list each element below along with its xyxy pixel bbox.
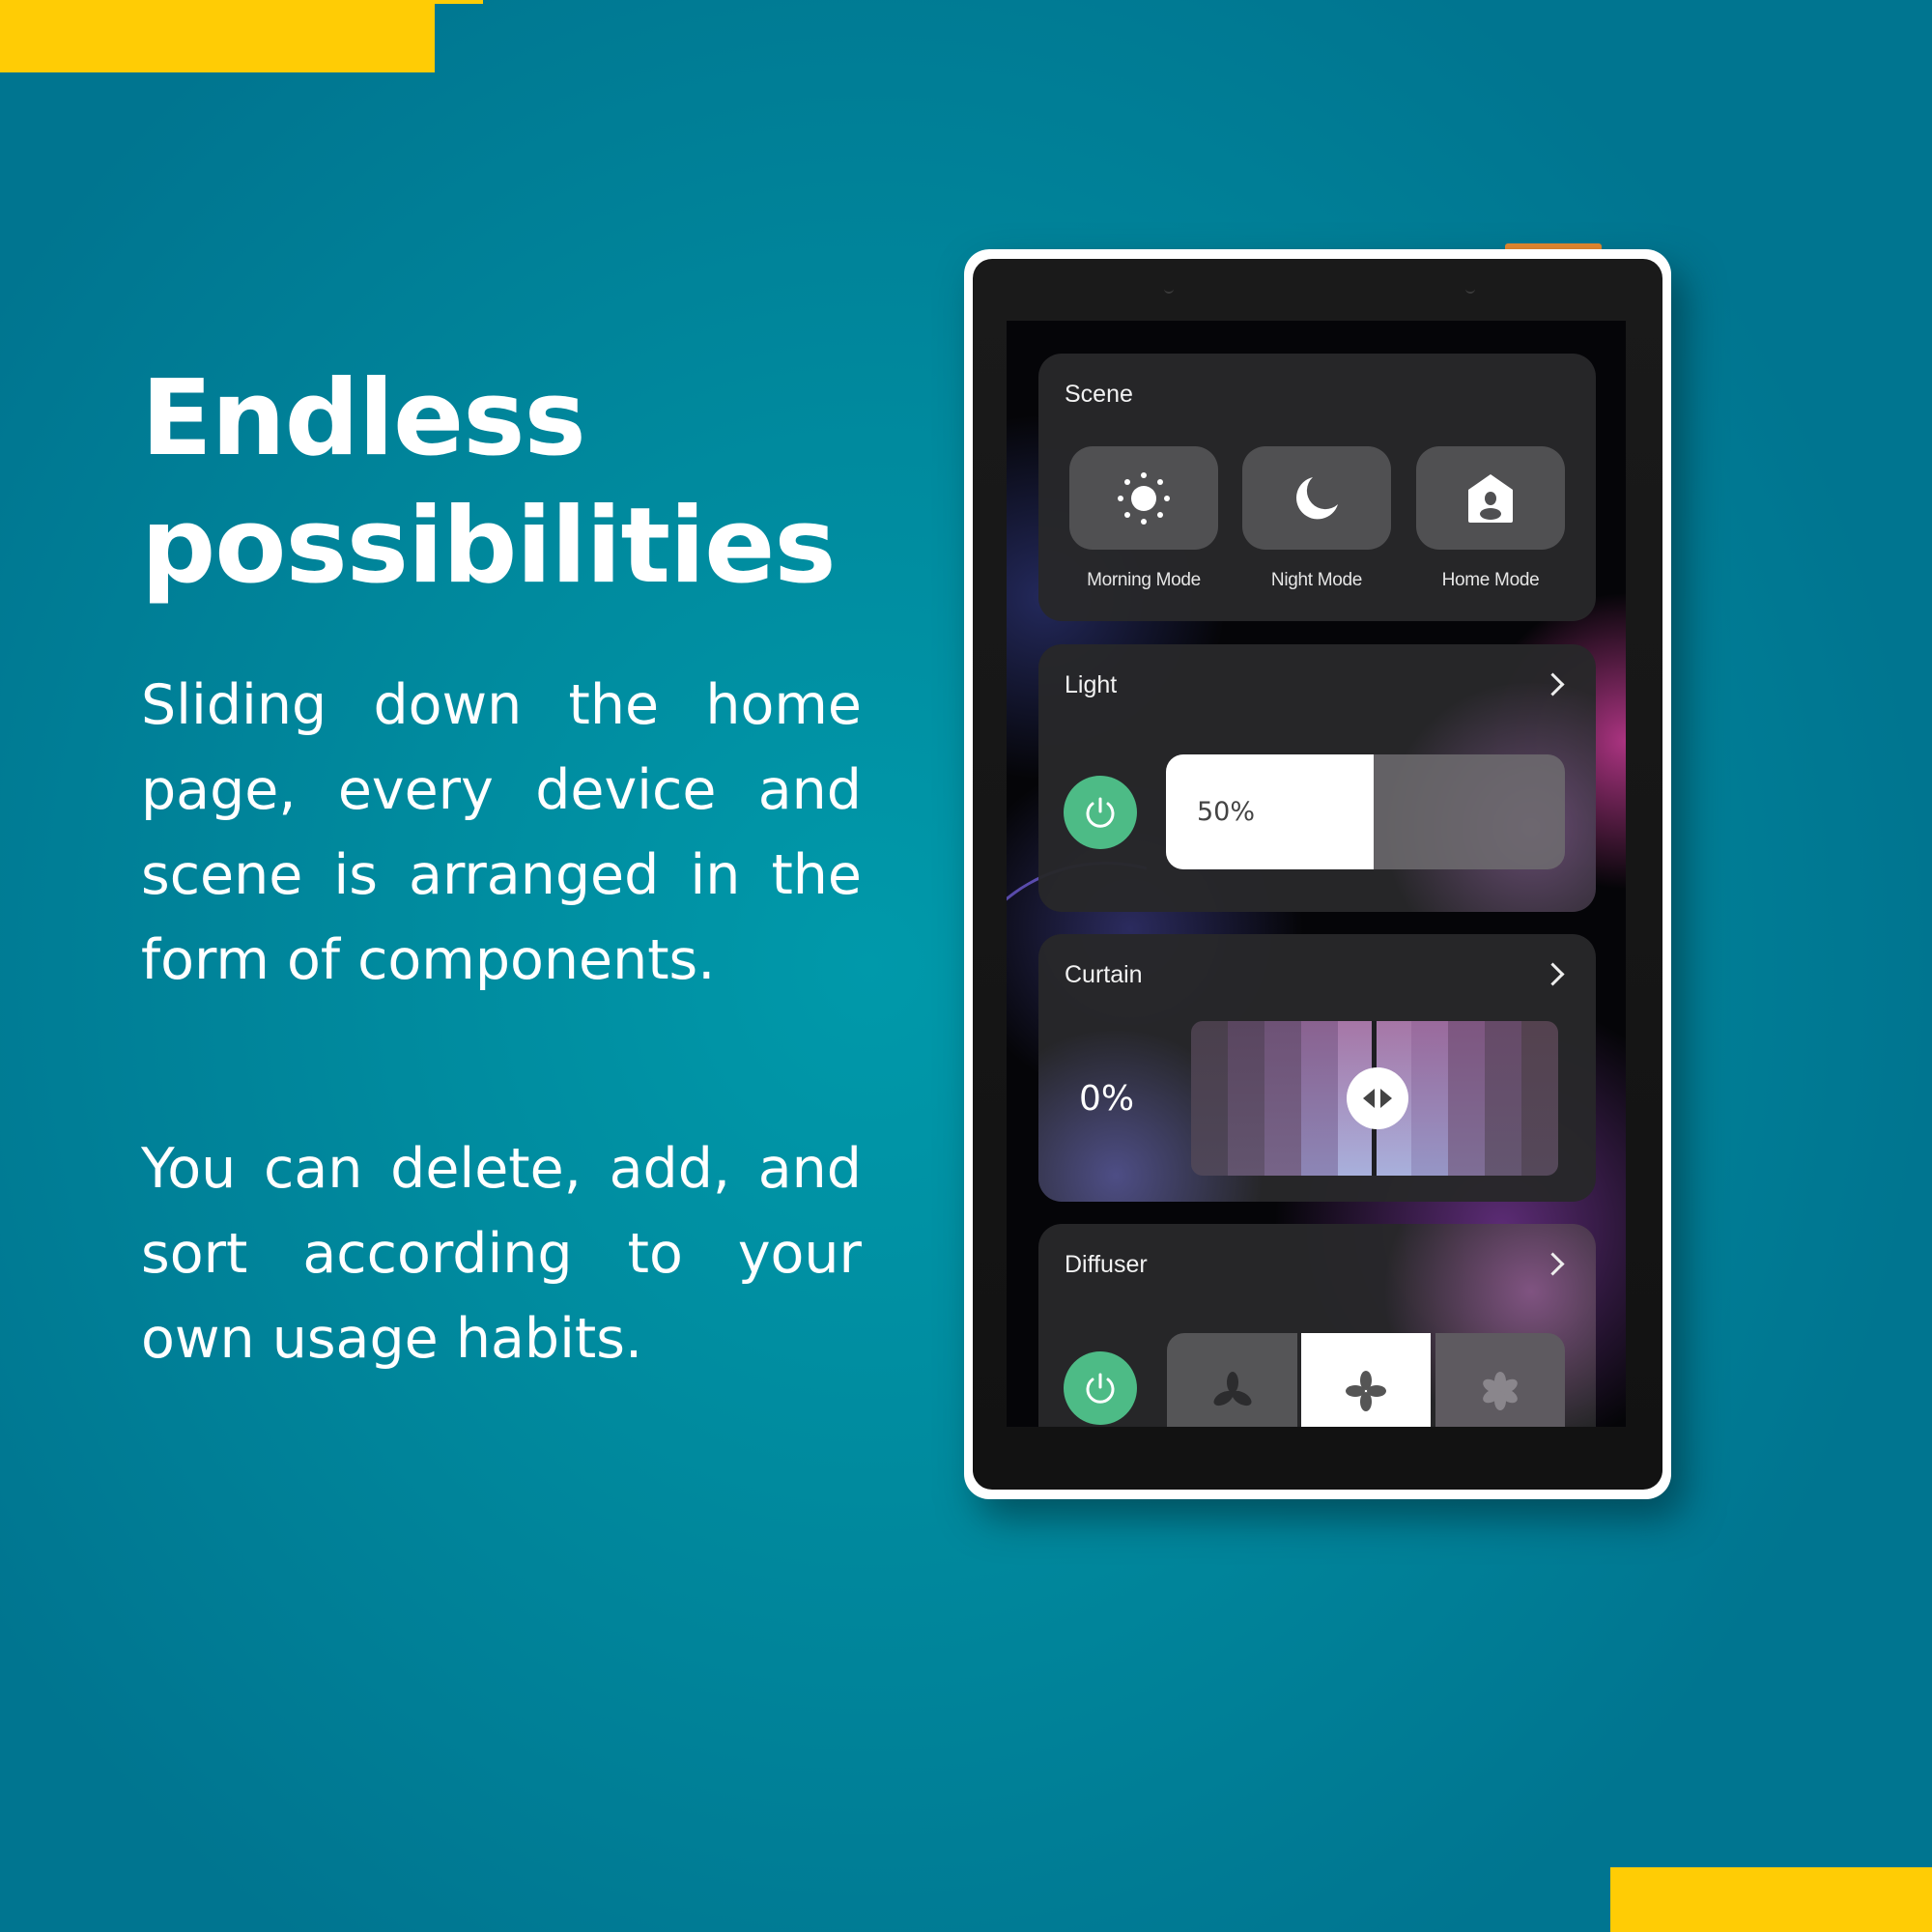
diffuser-card-title: Diffuser bbox=[1065, 1251, 1148, 1278]
fan-mode-high-button[interactable] bbox=[1435, 1333, 1565, 1427]
moon-icon bbox=[1296, 476, 1338, 519]
headline: Endless possibilities bbox=[141, 355, 837, 611]
fan-4-blade-icon bbox=[1346, 1371, 1386, 1411]
fan-3-blade-icon bbox=[1212, 1372, 1252, 1406]
curtain-card-title: Curtain bbox=[1065, 961, 1143, 988]
light-card-title: Light bbox=[1065, 671, 1118, 698]
device-screen: Scene Morning Mode Night Mode Home Mode … bbox=[1007, 321, 1626, 1427]
fan-mode-low-button[interactable] bbox=[1167, 1333, 1297, 1427]
home-mode-button[interactable] bbox=[1416, 446, 1565, 550]
curtain-control-track[interactable] bbox=[1191, 1021, 1558, 1176]
night-mode-button[interactable] bbox=[1242, 446, 1391, 550]
chevron-right-icon[interactable] bbox=[1541, 672, 1565, 696]
curtain-strip bbox=[1264, 1021, 1301, 1176]
description-paragraph-1: Sliding down the home page, every device… bbox=[141, 673, 862, 992]
left-right-arrows-icon bbox=[1363, 1089, 1392, 1108]
headline-line-2: possibilities bbox=[141, 486, 837, 607]
curtain-open-value: 0% bbox=[1079, 1079, 1135, 1119]
light-brightness-slider[interactable]: 50% bbox=[1166, 754, 1565, 869]
light-brightness-value: 50% bbox=[1197, 797, 1256, 827]
sensor-right bbox=[1465, 286, 1475, 294]
curtain-strip bbox=[1411, 1021, 1448, 1176]
accent-bar-top-left bbox=[0, 0, 435, 72]
light-card[interactable]: Light 50% bbox=[1038, 644, 1596, 912]
curtain-strip bbox=[1521, 1021, 1558, 1176]
scene-card-title: Scene bbox=[1065, 381, 1133, 408]
curtain-strip bbox=[1448, 1021, 1485, 1176]
diffuser-fan-mode-selector bbox=[1167, 1333, 1565, 1427]
sun-icon bbox=[1118, 471, 1170, 525]
accent-bar-top-left-step bbox=[435, 0, 483, 4]
morning-mode-label: Morning Mode bbox=[1087, 570, 1201, 590]
curtain-drag-handle[interactable] bbox=[1347, 1067, 1408, 1129]
power-icon bbox=[1086, 1373, 1115, 1404]
home-person-icon bbox=[1468, 473, 1513, 523]
curtain-strip bbox=[1228, 1021, 1264, 1176]
description-paragraph-2: You can delete, add, and sort according … bbox=[141, 1137, 862, 1371]
curtain-strip bbox=[1485, 1021, 1521, 1176]
fan-mode-medium-button[interactable] bbox=[1301, 1333, 1431, 1427]
chevron-right-icon[interactable] bbox=[1541, 1252, 1565, 1276]
power-icon bbox=[1086, 797, 1115, 828]
fan-6-blade-icon bbox=[1483, 1372, 1518, 1410]
chevron-right-icon[interactable] bbox=[1541, 962, 1565, 986]
sensor-left bbox=[1164, 286, 1174, 294]
morning-mode-button[interactable] bbox=[1069, 446, 1218, 550]
scene-card: Scene Morning Mode Night Mode Home Mode bbox=[1038, 354, 1596, 621]
diffuser-power-button[interactable] bbox=[1064, 1351, 1137, 1425]
light-power-button[interactable] bbox=[1064, 776, 1137, 849]
curtain-strip bbox=[1191, 1021, 1228, 1176]
home-mode-label: Home Mode bbox=[1441, 570, 1540, 590]
curtain-card[interactable]: Curtain 0% bbox=[1038, 934, 1596, 1202]
night-mode-label: Night Mode bbox=[1270, 570, 1363, 590]
diffuser-card[interactable]: Diffuser bbox=[1038, 1224, 1596, 1427]
accent-bar-bottom-right bbox=[1610, 1867, 1932, 1932]
curtain-strip bbox=[1301, 1021, 1338, 1176]
headline-line-1: Endless bbox=[141, 358, 586, 479]
